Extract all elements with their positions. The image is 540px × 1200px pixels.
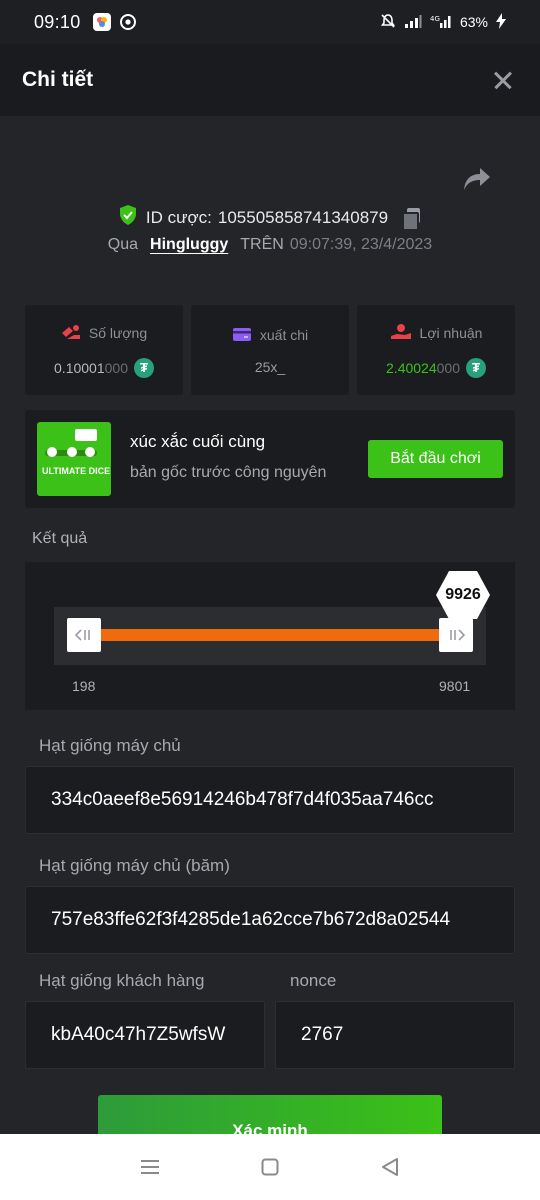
page-title: Chi tiết xyxy=(22,68,94,91)
svg-text:4G: 4G xyxy=(430,15,440,23)
stat-payout-label: xuất chi xyxy=(259,327,309,343)
range-max-handle[interactable] xyxy=(439,618,473,652)
stat-profit-value-dim: 000 xyxy=(436,359,460,376)
home-icon[interactable] xyxy=(250,1147,290,1187)
on-label: TRÊN xyxy=(240,236,284,253)
system-nav-bar xyxy=(0,1134,540,1200)
photos-app-icon xyxy=(92,13,111,31)
signal-icon xyxy=(404,14,422,31)
server-seed-hashed-label: Hạt giống máy chủ (băm) xyxy=(39,856,230,875)
client-seed-field[interactable]: kbA40c47h7Z5wfsW xyxy=(25,1001,265,1069)
nonce-field[interactable]: 2767 xyxy=(275,1001,515,1069)
close-icon[interactable] xyxy=(488,65,518,95)
bet-amount-icon xyxy=(61,323,81,344)
stat-amount-value-dim: 000 xyxy=(104,359,128,376)
game-thumbnail[interactable]: ULTIMATE DICE xyxy=(37,422,111,496)
modal-header: Chi tiết xyxy=(0,44,540,116)
tether-icon: ₮ xyxy=(465,357,486,378)
tether-icon: ₮ xyxy=(133,357,154,378)
status-time: 09:10 xyxy=(34,11,81,32)
recent-apps-icon[interactable] xyxy=(130,1147,170,1187)
bet-owner-row: Qua Hingluggy TRÊN 09:07:39, 23/4/2023 xyxy=(0,236,540,254)
username-link[interactable]: Hingluggy xyxy=(150,236,228,254)
game-subtitle: bản gốc trước công nguyên xyxy=(130,464,327,481)
server-seed-hashed-field[interactable]: 757e83ffe62f3f4285de1a62cce7b672d8a02544 xyxy=(25,886,515,954)
server-seed-field[interactable]: 334c0aeef8e56914246b478f7d4f035aa746cc xyxy=(25,766,515,834)
profit-icon xyxy=(390,323,412,344)
range-min-value: 198 xyxy=(72,678,96,694)
chrome-icon xyxy=(119,13,137,31)
bet-details: ID cược: 105505858741340879 Qua Hinglugg… xyxy=(0,116,540,1134)
shield-check-icon xyxy=(118,204,138,231)
server-seed-label: Hạt giống máy chủ xyxy=(39,736,181,755)
stat-payout: xuất chi 25x_ xyxy=(191,305,349,395)
stat-amount-label: Số lượng xyxy=(88,325,148,341)
bet-id-row: ID cược: 105505858741340879 xyxy=(0,204,540,231)
mute-icon xyxy=(380,13,396,32)
bet-id-label: ID cược: xyxy=(145,207,212,227)
game-thumbnail-text: ULTIMATE DICE xyxy=(42,466,111,476)
back-icon[interactable] xyxy=(370,1147,410,1187)
nonce-label: nonce xyxy=(290,971,337,990)
stat-amount-value: 0.10001 xyxy=(54,359,105,376)
stat-profit-label: Lợi nhuận xyxy=(419,325,483,341)
result-value: 9926 xyxy=(445,586,481,603)
result-range-fill xyxy=(100,629,440,641)
stat-amount: Số lượng 0.10001 000 ₮ xyxy=(25,305,183,395)
result-label: Kết quả xyxy=(32,530,88,547)
game-name: xúc xắc cuối cùng xyxy=(130,432,266,451)
play-button[interactable]: Bắt đầu chơi xyxy=(368,440,503,478)
bet-stats: Số lượng 0.10001 000 ₮ xuất chi 25x_ Lợi… xyxy=(25,305,515,395)
verify-button[interactable]: Xác minh xyxy=(98,1095,442,1134)
client-seed-label: Hạt giống khách hàng xyxy=(39,971,205,990)
by-label: Qua xyxy=(107,236,139,253)
stat-payout-value: 25x_ xyxy=(254,358,286,375)
range-min-handle[interactable] xyxy=(67,618,101,652)
bet-id-value: 105505858741340879 xyxy=(217,207,389,227)
stat-profit: Lợi nhuận 2.40024 000 ₮ xyxy=(357,305,515,395)
result-panel: 9926 198 9801 xyxy=(25,562,515,710)
wallet-icon xyxy=(232,326,252,345)
copy-icon[interactable] xyxy=(402,207,422,231)
game-card: ULTIMATE DICE xúc xắc cuối cùng bản gốc … xyxy=(25,410,515,508)
status-bar: 09:10 4G 63% xyxy=(0,0,540,44)
stat-profit-value: 2.40024 xyxy=(386,359,437,376)
share-icon[interactable] xyxy=(462,166,492,194)
bet-timestamp: 09:07:39, 23/4/2023 xyxy=(289,236,433,253)
battery-percent: 63% xyxy=(459,14,488,30)
charging-icon xyxy=(496,12,506,32)
signal-4g-icon: 4G xyxy=(430,14,452,31)
range-max-value: 9801 xyxy=(439,678,471,694)
